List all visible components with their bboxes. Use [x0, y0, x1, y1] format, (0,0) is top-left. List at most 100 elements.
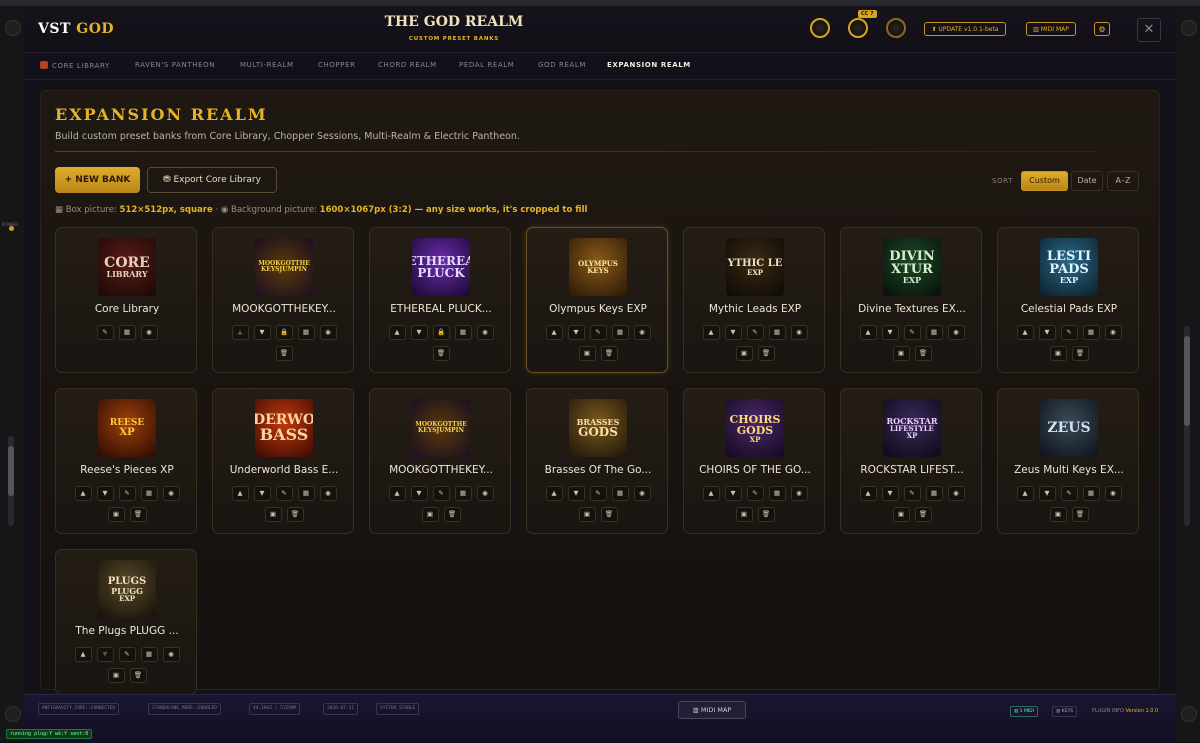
bank-card[interactable]: REESE XP Reese's Pieces XP ▲ ▼ ✎ ▦ ◉ ▣ 🗑 [55, 388, 197, 534]
background-picture-icon[interactable]: ◉ [633, 486, 651, 501]
bank-artwork[interactable]: DERWO BASS [255, 399, 313, 457]
move-up-icon[interactable]: ▲ [74, 486, 92, 501]
background-picture-icon[interactable]: ◉ [162, 486, 180, 501]
background-picture-icon[interactable]: ◉ [790, 325, 808, 340]
background-picture-icon[interactable]: ◉ [633, 325, 651, 340]
sort-date-button[interactable]: Date [1071, 171, 1103, 191]
bank-card[interactable]: LESTI PADS EXP Celestial Pads EXP ▲ ▼ ✎ ▦ ◉ ▣ 🗑 [997, 227, 1139, 373]
move-up-icon[interactable]: ▲ [545, 486, 563, 501]
bank-card[interactable]: YTHIC LE EXP Mythic Leads EXP ▲ ▼ ✎ ▦ ◉ ▣ 🗑 [683, 227, 825, 373]
delete-icon[interactable]: 🗑 [1071, 507, 1089, 522]
lock-icon[interactable]: 🔒 [432, 325, 450, 340]
footer-midi-map-button[interactable]: ▥ MIDI MAP [678, 701, 746, 719]
move-down-icon[interactable]: ▼ [96, 486, 114, 501]
delete-icon[interactable]: 🗑 [914, 507, 932, 522]
image-icon[interactable]: ▣ [264, 507, 282, 522]
midi-map-button[interactable]: ▥ MIDI MAP [1026, 22, 1076, 36]
move-down-icon[interactable]: ▼ [724, 325, 742, 340]
box-picture-icon[interactable]: ▦ [768, 486, 786, 501]
edit-icon[interactable]: ✎ [1060, 325, 1078, 340]
move-down-icon[interactable]: ▼ [253, 325, 271, 340]
move-up-icon[interactable]: ▲ [702, 325, 720, 340]
move-up-icon[interactable]: ▲ [388, 325, 406, 340]
move-down-icon[interactable]: ▼ [881, 325, 899, 340]
tab-pedal-realm[interactable]: PEDAL REALM [459, 61, 514, 69]
image-icon[interactable]: ▣ [107, 668, 125, 683]
bank-card[interactable]: PLUGS PLUGG EXP The Plugs PLUGG ... ▲ ▼ ✎ ▦ ◉ ▣ 🗑 [55, 549, 197, 695]
image-icon[interactable]: ▣ [735, 507, 753, 522]
tab-chord-realm[interactable]: CHORD REALM [378, 61, 437, 69]
background-picture-icon[interactable]: ◉ [140, 325, 158, 340]
background-picture-icon[interactable]: ◉ [476, 486, 494, 501]
move-up-icon[interactable]: ▲ [1016, 325, 1034, 340]
tab-multi-realm[interactable]: MULTI-REALM [240, 61, 294, 69]
right-scroll-thumb[interactable] [1184, 336, 1190, 426]
settings-gear-icon[interactable]: ⚙ [1094, 22, 1110, 36]
box-picture-icon[interactable]: ▦ [611, 325, 629, 340]
midi-indicator[interactable]: ▥ 1 MIDI [1010, 706, 1038, 717]
volume-knob[interactable] [810, 18, 830, 38]
bank-artwork[interactable]: OLYMPUS KEYS [569, 238, 627, 296]
edit-icon[interactable]: ✎ [589, 325, 607, 340]
bank-card[interactable]: MOOKGOTTHE KEYSJUMPIN MOOKGOTTHEKEY... ▲ ▼ 🔒 ▦… [212, 227, 354, 373]
image-icon[interactable]: ▣ [892, 346, 910, 361]
image-icon[interactable]: ▣ [1049, 507, 1067, 522]
bank-card[interactable]: ZEUS Zeus Multi Keys EX... ▲ ▼ ✎ ▦ ◉ ▣ 🗑 [997, 388, 1139, 534]
background-picture-icon[interactable]: ◉ [319, 325, 337, 340]
lock-icon[interactable]: 🔒 [275, 325, 293, 340]
plugin-info[interactable]: PLUGIN INFO Version 1.0.0 [1092, 708, 1158, 714]
image-icon[interactable]: ▣ [578, 507, 596, 522]
bank-card[interactable]: ETHEREA PLUCK ETHEREAL PLUCK... ▲ ▼ 🔒 ▦ ◉ 🗑 [369, 227, 511, 373]
update-button[interactable]: ⬆ UPDATE v1.0.1-beta [924, 22, 1006, 36]
tab-god-realm[interactable]: GOD REALM [538, 61, 586, 69]
bank-artwork[interactable]: MOOKGOTTHE KEYSJUMPIN [255, 238, 313, 296]
box-picture-icon[interactable]: ▦ [140, 647, 158, 662]
image-icon[interactable]: ▣ [1049, 346, 1067, 361]
sort-az-button[interactable]: A–Z [1107, 171, 1139, 191]
box-picture-icon[interactable]: ▦ [297, 325, 315, 340]
close-icon[interactable]: ✕ [1137, 18, 1161, 42]
tone-knob[interactable] [886, 18, 906, 38]
edit-icon[interactable]: ✎ [275, 486, 293, 501]
edit-icon[interactable]: ✎ [903, 325, 921, 340]
delete-icon[interactable]: 🗑 [914, 346, 932, 361]
cc-knob[interactable] [848, 18, 868, 38]
background-picture-icon[interactable]: ◉ [947, 325, 965, 340]
bank-artwork[interactable]: REESE XP [98, 399, 156, 457]
background-picture-icon[interactable]: ◉ [790, 486, 808, 501]
edit-icon[interactable]: ✎ [118, 647, 136, 662]
bank-card[interactable]: ROCKSTAR LIFESTYLE XP ROCKSTAR LIFEST... ▲ ▼ ✎… [840, 388, 982, 534]
image-icon[interactable]: ▣ [735, 346, 753, 361]
move-down-icon[interactable]: ▼ [253, 486, 271, 501]
background-picture-icon[interactable]: ◉ [1104, 325, 1122, 340]
box-picture-icon[interactable]: ▦ [297, 486, 315, 501]
bank-card[interactable]: CHOIRS GODS XP CHOIRS OF THE GO... ▲ ▼ ✎ ▦ ◉ ▣ 🗑 [683, 388, 825, 534]
tab-core-library[interactable]: CORE LIBRARY [40, 61, 110, 70]
edit-icon[interactable]: ✎ [118, 486, 136, 501]
delete-icon[interactable]: 🗑 [129, 668, 147, 683]
keys-indicator[interactable]: ▥ KEYS [1052, 706, 1078, 717]
box-picture-icon[interactable]: ▦ [1082, 486, 1100, 501]
bank-card[interactable]: MOOKGOTTHE KEYSJUMPIN MOOKGOTTHEKEY... ▲ ▼ ✎ ▦… [369, 388, 511, 534]
background-picture-icon[interactable]: ◉ [162, 647, 180, 662]
move-down-icon[interactable]: ▼ [1038, 486, 1056, 501]
bank-card[interactable]: CORE LIBRARY Core Library ✎ ▦ ◉ [55, 227, 197, 373]
image-icon[interactable]: ▣ [892, 507, 910, 522]
background-picture-icon[interactable]: ◉ [947, 486, 965, 501]
move-down-icon[interactable]: ▼ [881, 486, 899, 501]
tab-chopper[interactable]: CHOPPER [318, 61, 356, 69]
bank-artwork[interactable]: DIVIN XTUR EXP [883, 238, 941, 296]
left-scroll-thumb[interactable] [8, 446, 14, 496]
image-icon[interactable]: ▣ [421, 507, 439, 522]
edit-icon[interactable]: ✎ [746, 486, 764, 501]
background-picture-icon[interactable]: ◉ [476, 325, 494, 340]
new-bank-button[interactable]: + NEW BANK [55, 167, 140, 193]
background-picture-icon[interactable]: ◉ [1104, 486, 1122, 501]
delete-icon[interactable]: 🗑 [286, 507, 304, 522]
move-up-icon[interactable]: ▲ [74, 647, 92, 662]
edit-icon[interactable]: ✎ [1060, 486, 1078, 501]
bank-card[interactable]: DIVIN XTUR EXP Divine Textures EX... ▲ ▼ ✎ ▦ ◉ ▣ 🗑 [840, 227, 982, 373]
bank-artwork[interactable]: CORE LIBRARY [98, 238, 156, 296]
move-down-icon[interactable]: ▼ [410, 486, 428, 501]
bank-artwork[interactable]: YTHIC LE EXP [726, 238, 784, 296]
